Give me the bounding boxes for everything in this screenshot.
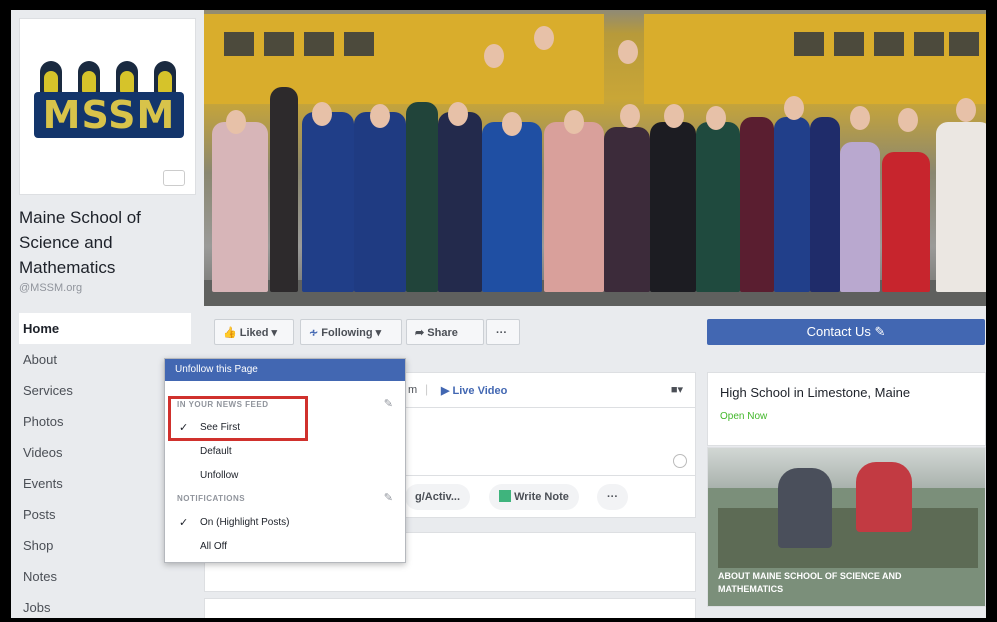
unfollow-option[interactable]: Unfollow [200,470,238,481]
page-title-line: Science and [19,233,113,252]
highlight-posts-option[interactable]: On (Highlight Posts) [200,517,289,528]
activity-chip[interactable]: g/Activ... [405,484,471,510]
open-status: Open Now [720,411,768,422]
page-title[interactable]: Maine School of Science and Mathematics [19,205,189,280]
nav-item-jobs[interactable]: Jobs [19,592,191,618]
liked-button[interactable]: 👍 Liked ▾ [214,319,294,345]
write-note-chip[interactable]: Write Note [489,484,579,510]
contact-us-button[interactable]: Contact Us ✎ [707,319,985,345]
following-button[interactable]: ∻ Following ▾ [300,319,402,345]
default-option[interactable]: Default [200,446,232,457]
unfollow-page-option[interactable]: Unfollow this Page [165,359,405,381]
video-camera-icon: ▶ [441,385,450,397]
note-icon [499,490,511,502]
all-off-option[interactable]: All Off [200,541,227,552]
camera-icon[interactable] [163,170,185,186]
following-dropdown: Unfollow this Page IN YOUR NEWS FEED ✎ ✓… [164,358,406,563]
pencil-icon[interactable]: ✎ [384,491,393,504]
more-options-chip[interactable]: ··· [597,484,628,510]
share-button[interactable]: ➦ Share [406,319,484,345]
composer-options-icon[interactable]: ■▾ [671,383,683,396]
annotation-highlight-box [168,396,308,441]
nav-item-home[interactable]: Home [19,313,191,344]
page-title-line: Mathematics [19,258,116,277]
emoji-icon[interactable] [673,454,687,468]
share-arrow-icon: ➦ [415,327,425,339]
cover-photo[interactable] [204,10,986,306]
page-action-bar: 👍 Liked ▾ ∻ Following ▾ ➦ Share ··· [214,317,520,347]
about-caption: ABOUT MAINE SCHOOL OF SCIENCE AND MATHEM… [718,571,902,594]
profile-picture[interactable]: MSSM [19,18,196,195]
pencil-icon: ✎ [874,324,886,339]
pencil-icon[interactable]: ✎ [384,397,393,410]
checkmark-icon: ✓ [179,517,189,529]
jumping-student [778,468,832,548]
school-bus [644,14,986,104]
page-category[interactable]: High School in Limestone, Maine [720,385,910,400]
logo-wordmark: MSSM [34,92,184,138]
composer-tab-partial[interactable]: m [408,384,417,396]
rss-icon: ∻ [309,327,319,339]
thumbs-up-icon: 👍 [223,327,237,339]
page-title-line: Maine School of [19,208,141,227]
notifications-section-label: NOTIFICATIONS [177,494,246,503]
jumping-student [856,462,912,532]
nav-item-notes[interactable]: Notes [19,561,191,592]
screenshot-frame: MSSM Maine School of Science and Mathema… [0,0,997,622]
live-video-tab[interactable]: ▶ Live Video [441,384,507,397]
feed-post [204,598,696,618]
about-photo-card[interactable]: ABOUT MAINE SCHOOL OF SCIENCE AND MATHEM… [707,447,986,607]
page-info-card: High School in Limestone, Maine Open Now [707,372,986,446]
page-handle[interactable]: @MSSM.org [19,282,82,294]
more-button[interactable]: ··· [486,319,520,345]
